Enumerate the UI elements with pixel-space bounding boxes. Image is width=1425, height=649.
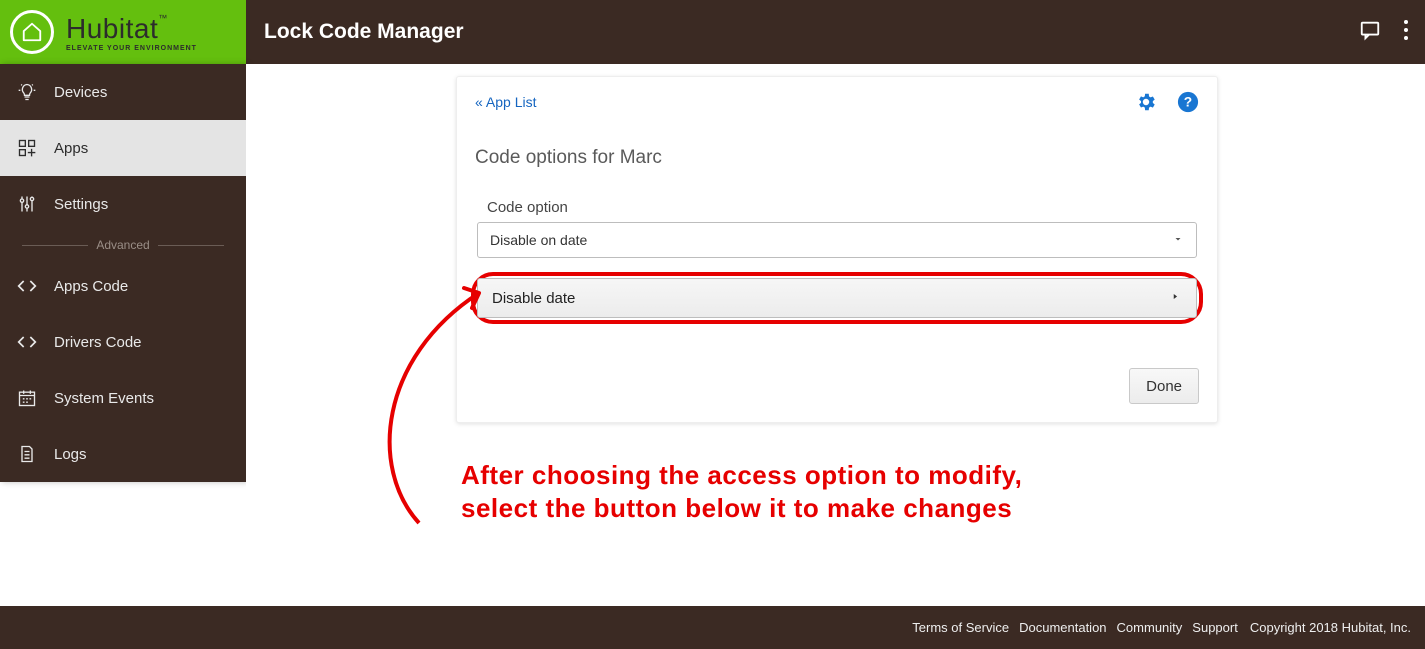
sidebar-item-label: Apps — [54, 140, 88, 157]
sidebar-divider-advanced: Advanced — [0, 232, 246, 258]
disable-date-button[interactable]: Disable date — [477, 278, 1197, 318]
svg-text:?: ? — [1184, 95, 1192, 110]
sidebar-item-label: System Events — [54, 390, 154, 407]
brand-logo-text: Hubitat™ ELEVATE YOUR ENVIRONMENT — [66, 13, 197, 52]
page-title: Lock Code Manager — [264, 20, 464, 44]
document-icon — [14, 444, 40, 464]
top-bar: Hubitat™ ELEVATE YOUR ENVIRONMENT Lock C… — [0, 0, 1425, 64]
back-to-app-list-link[interactable]: « App List — [475, 94, 537, 110]
sidebar-item-devices[interactable]: Devices — [0, 64, 246, 120]
done-button[interactable]: Done — [1129, 368, 1199, 404]
sidebar-item-apps[interactable]: Apps — [0, 120, 246, 176]
code-icon — [14, 276, 40, 296]
code-icon — [14, 332, 40, 352]
brand-logo[interactable]: Hubitat™ ELEVATE YOUR ENVIRONMENT — [0, 0, 246, 64]
footer: Terms of Service Documentation Community… — [0, 606, 1425, 649]
sidebar-item-logs[interactable]: Logs — [0, 426, 246, 482]
chevron-right-icon — [1170, 290, 1180, 307]
code-option-select[interactable]: Disable on date — [477, 222, 1197, 258]
footer-link-community[interactable]: Community — [1117, 620, 1183, 635]
code-option-value: Disable on date — [490, 232, 587, 248]
gear-icon[interactable] — [1135, 91, 1157, 113]
options-card: « App List ? Code options for Marc Code … — [456, 76, 1218, 423]
sidebar-item-label: Settings — [54, 196, 108, 213]
brand-logo-icon — [10, 10, 54, 54]
bulb-icon — [14, 82, 40, 102]
sidebar-item-label: Apps Code — [54, 278, 128, 295]
sidebar-item-label: Devices — [54, 84, 107, 101]
sidebar-item-settings[interactable]: Settings — [0, 176, 246, 232]
sidebar-item-drivers-code[interactable]: Drivers Code — [0, 314, 246, 370]
footer-copyright: Copyright 2018 Hubitat, Inc. — [1250, 620, 1411, 635]
chevron-down-icon — [1172, 232, 1184, 248]
sidebar-item-label: Drivers Code — [54, 334, 142, 351]
sidebar-item-label: Logs — [54, 446, 87, 463]
overflow-menu-icon[interactable] — [1403, 19, 1409, 46]
sidebar-item-apps-code[interactable]: Apps Code — [0, 258, 246, 314]
disable-date-label: Disable date — [492, 290, 575, 307]
annotation-text: After choosing the access option to modi… — [461, 459, 1201, 524]
sidebar-item-system-events[interactable]: System Events — [0, 370, 246, 426]
code-option-label: Code option — [487, 199, 1199, 216]
messages-icon[interactable] — [1359, 19, 1381, 46]
help-icon[interactable]: ? — [1177, 91, 1199, 113]
main-area: « App List ? Code options for Marc Code … — [246, 64, 1425, 606]
sidebar: Devices Apps Settings Advanced Apps Code… — [0, 64, 246, 482]
footer-link-tos[interactable]: Terms of Service — [912, 620, 1009, 635]
apps-icon — [14, 138, 40, 158]
footer-link-support[interactable]: Support — [1192, 620, 1238, 635]
footer-link-docs[interactable]: Documentation — [1019, 620, 1106, 635]
card-title: Code options for Marc — [475, 147, 1199, 169]
calendar-icon — [14, 388, 40, 408]
sliders-icon — [14, 194, 40, 214]
